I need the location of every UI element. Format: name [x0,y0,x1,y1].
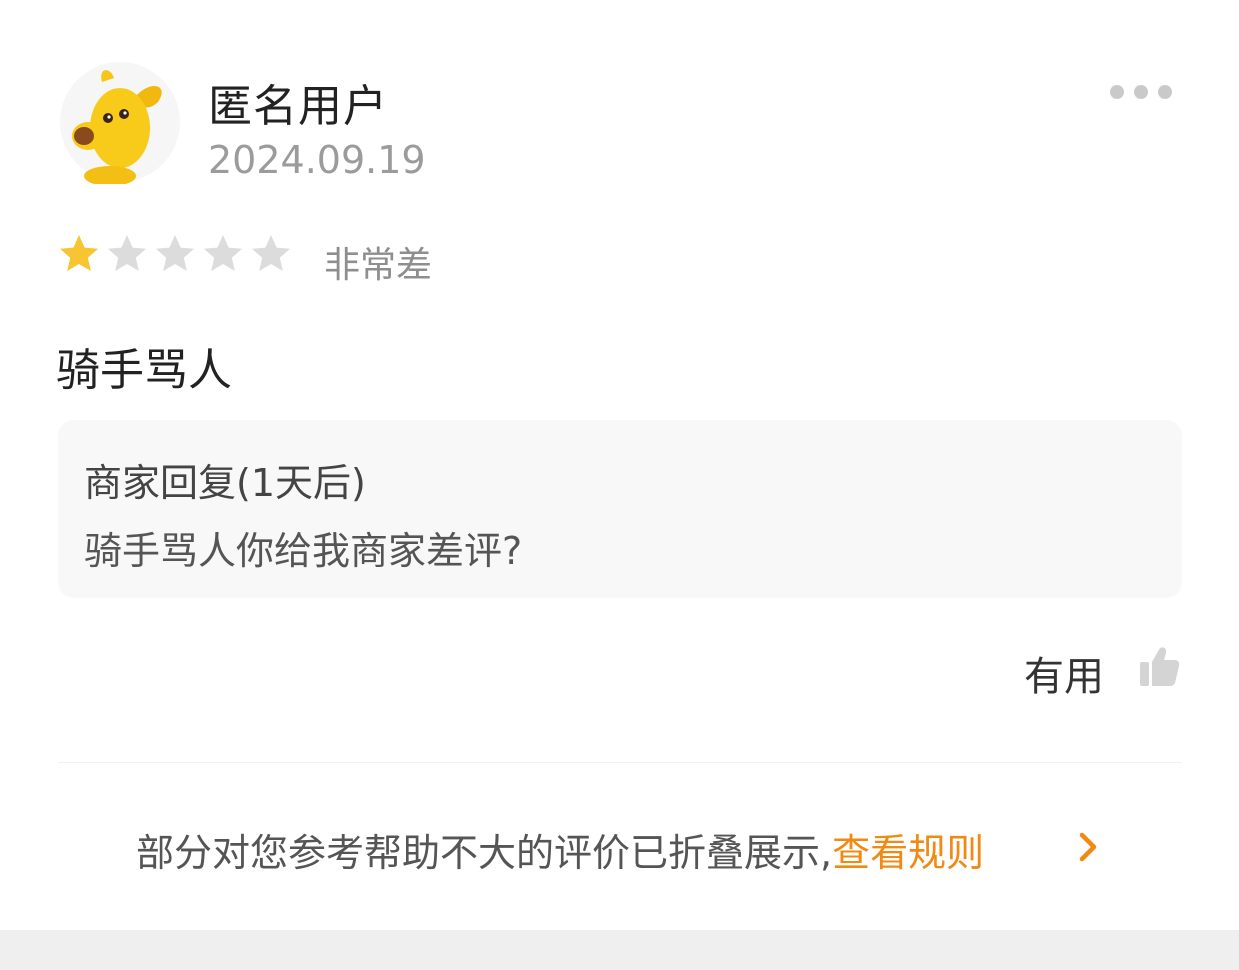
chevron-right-icon[interactable] [1074,830,1102,864]
bottom-bar [0,930,1239,970]
avatar[interactable] [58,60,182,186]
star-empty-icon [204,235,242,271]
folded-notice-text: 部分对您参考帮助不大的评价已折叠展示, [136,831,833,875]
yellow-dog-avatar-icon [60,62,180,186]
user-name: 匿名用户 [208,81,388,132]
star-empty-icon [108,235,146,271]
review-text: 骑手骂人 [56,345,232,396]
thumbs-up-icon[interactable] [1138,644,1180,688]
divider [58,762,1182,763]
more-dots-icon [1110,85,1124,99]
folded-reviews-notice: 部分对您参考帮助不大的评价已折叠展示,查看规则 [136,822,984,877]
star-rating [56,232,296,278]
merchant-reply-title: 商家回复(1天后) [84,461,366,505]
more-dots-icon [1134,85,1148,99]
view-rules-link[interactable]: 查看规则 [832,831,984,875]
useful-button-label[interactable]: 有用 [1024,644,1104,702]
star-empty-icon [156,235,194,271]
merchant-reply-text: 骑手骂人你给我商家差评? [84,529,523,573]
more-dots-icon [1158,85,1172,99]
review-date: 2024.09.19 [208,138,426,182]
more-options-button[interactable] [1110,84,1190,106]
star-empty-icon [252,235,290,271]
star-filled-icon [60,235,98,271]
rating-label: 非常差 [324,245,433,286]
